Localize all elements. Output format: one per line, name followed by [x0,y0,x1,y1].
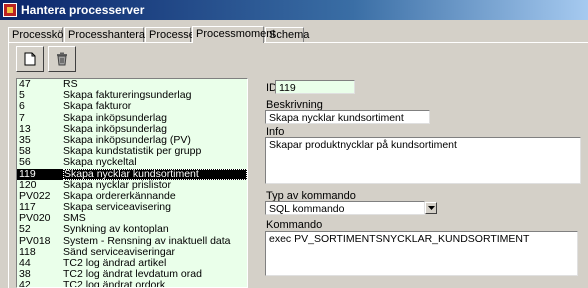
info-field[interactable]: Skapar produktnycklar på kundsortiment [265,137,581,184]
tab-strip: Processkö Processhanterare Processer Pro… [8,26,309,43]
tab-processer[interactable]: Processer [145,27,199,42]
list-item[interactable]: 119 Skapa nycklar kundsortiment [17,167,247,180]
list-item[interactable]: 56 Skapa nyckeltal [17,157,247,168]
list-item[interactable]: 42 TC2 log ändrat ordork [17,279,247,288]
command-label: Kommando [266,219,323,231]
command-type-select[interactable]: SQL kommando [265,201,425,215]
delete-button[interactable] [48,46,76,72]
list-item[interactable]: 5 Skapa faktureringsunderlag [17,90,247,101]
list-item-name: Skapa fakturor [63,100,132,113]
list-item-name: Synkning av kontoplan [63,223,169,236]
list-item[interactable]: 6 Skapa fakturor [17,101,247,112]
list-item-name: Skapa serviceavisering [63,201,171,214]
window-title: Hantera processerver [21,3,145,17]
list-item[interactable]: 52 Synkning av kontoplan [17,224,247,235]
tab-processmoment[interactable]: Processmoment [192,26,275,43]
list-item-id: 56 [19,156,31,169]
command-field[interactable]: exec PV_SORTIMENTSNYCKLAR_KUNDSORTIMENT [265,231,578,276]
list-item-name: Skapa nyckeltal [63,156,137,169]
new-document-icon [24,52,36,66]
tab-processko[interactable]: Processkö [8,27,63,42]
process-step-list[interactable]: 47 RS 5 Skapa faktureringsunderlag 6 Skapa fa… [16,78,248,288]
new-button[interactable] [16,46,44,72]
app-icon [3,3,17,17]
title-bar: Hantera processerver [0,0,588,20]
list-item-id: 6 [19,100,25,113]
command-type-dropdown-button[interactable] [425,202,437,214]
list-item-id: 119 [19,167,36,180]
description-field[interactable]: Skapa nycklar kundsortiment [265,110,430,124]
tab-processhanterare[interactable]: Processhanterare [64,27,155,42]
list-item-name: Skapa nycklar kundsortiment [63,168,247,180]
id-field[interactable]: 119 [275,80,355,94]
chevron-down-icon [427,206,435,210]
list-item[interactable]: 117 Skapa serviceavisering [17,201,247,214]
list-item-name: TC2 log ändrat ordork [63,279,166,288]
list-item-id: 52 [19,223,31,236]
list-item-id: 42 [19,279,31,288]
trash-icon [57,52,67,66]
